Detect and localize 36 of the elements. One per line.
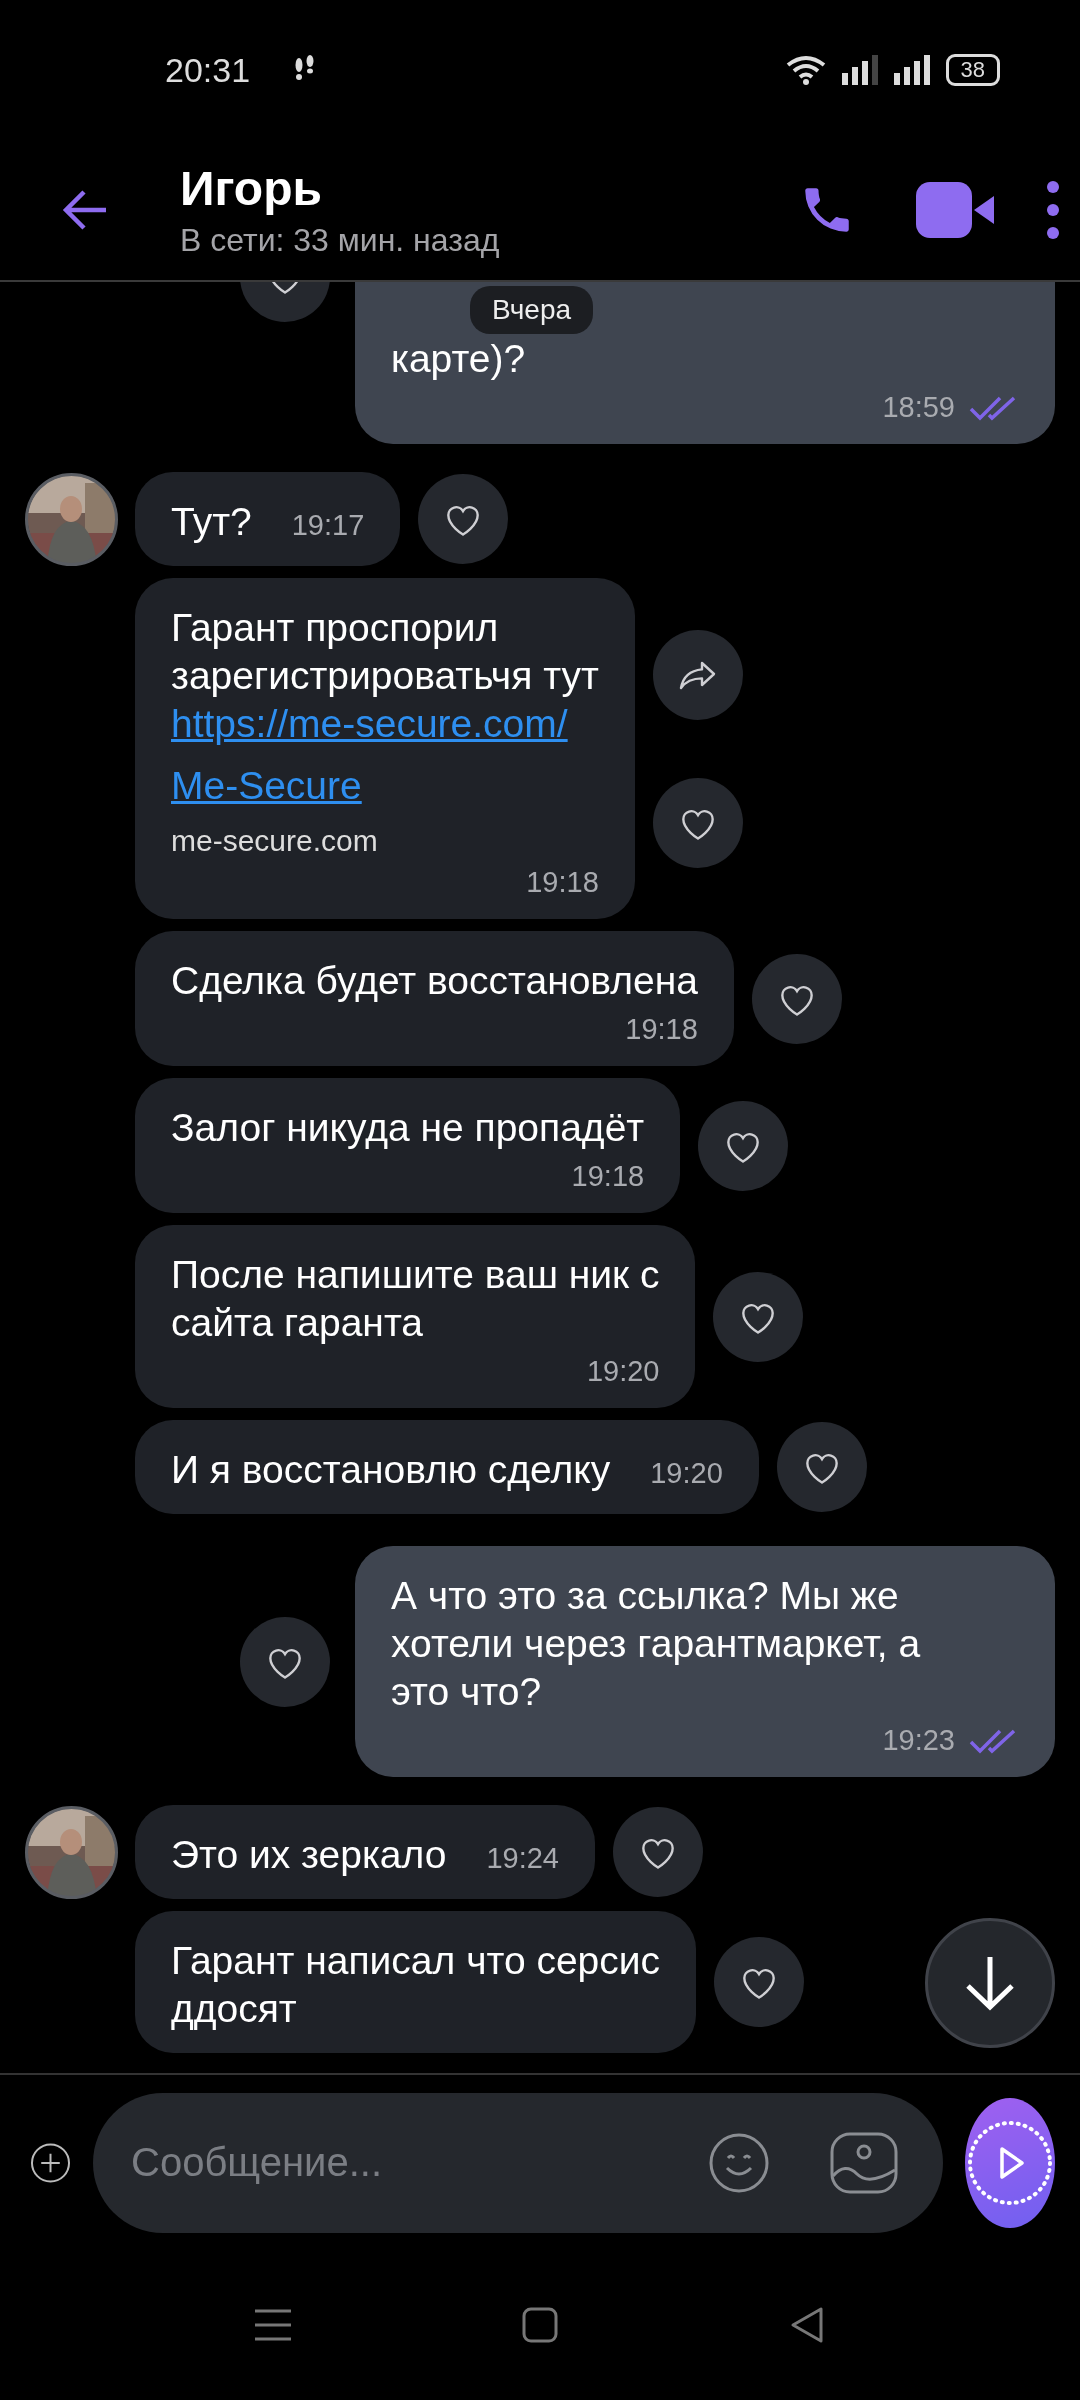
more-options-icon[interactable] xyxy=(1046,180,1060,240)
battery-indicator: 38 xyxy=(945,54,1000,86)
wifi-icon xyxy=(785,55,826,85)
message-link[interactable]: https://me-secure.com/ xyxy=(171,700,599,748)
message-time: 19:23 xyxy=(882,1724,955,1757)
message-text: Гарант написал что серсис ддосят xyxy=(171,1938,661,2032)
gallery-icon[interactable] xyxy=(830,2131,898,2194)
status-time: 20:31 xyxy=(165,50,251,90)
message-text: После напишите ваш ник с сайта гаранта xyxy=(171,1252,660,1346)
message-text: карте)? xyxy=(391,336,527,382)
message-time: 19:18 xyxy=(625,1013,698,1046)
message-time: 19:20 xyxy=(586,1355,660,1388)
message-text: Залог никуда не пропадёт xyxy=(171,1105,645,1151)
link-preview-title[interactable]: Me-Secure xyxy=(171,762,599,810)
message-text: Гарант проспорил зарегистрироватьчя тут xyxy=(171,605,599,699)
last-seen-status: В сети: 33 мин. назад xyxy=(180,222,501,259)
message-text: И я восстановлю сделку xyxy=(171,1447,611,1493)
date-label: Вчера xyxy=(470,286,594,334)
message-text: Это их зеркало xyxy=(171,1832,447,1878)
message-time: 19:18 xyxy=(526,866,599,899)
smiley-icon[interactable] xyxy=(708,2131,770,2194)
signal-icon xyxy=(841,55,878,85)
video-camera-icon[interactable] xyxy=(916,182,996,238)
message-text: Тут? xyxy=(171,499,252,545)
message-text: А что это за ссылка? Мы же хотели через гарантмаркет, а это что? xyxy=(391,1573,922,1715)
message-time: 19:24 xyxy=(486,1842,559,1875)
message-time: 19:17 xyxy=(291,509,365,542)
message-input-field[interactable]: Сообщение... xyxy=(129,2139,648,2186)
message-time: 19:20 xyxy=(650,1457,723,1490)
message-time: 18:59 xyxy=(882,391,955,424)
home-icon[interactable] xyxy=(520,2305,560,2345)
contact-name: Игорь xyxy=(180,161,323,216)
message-time: 19:18 xyxy=(571,1160,645,1193)
link-preview-domain: me-secure.com xyxy=(171,824,379,858)
signal-icon xyxy=(893,55,930,85)
message-text: Сделка будет восстановлена xyxy=(171,958,698,1004)
